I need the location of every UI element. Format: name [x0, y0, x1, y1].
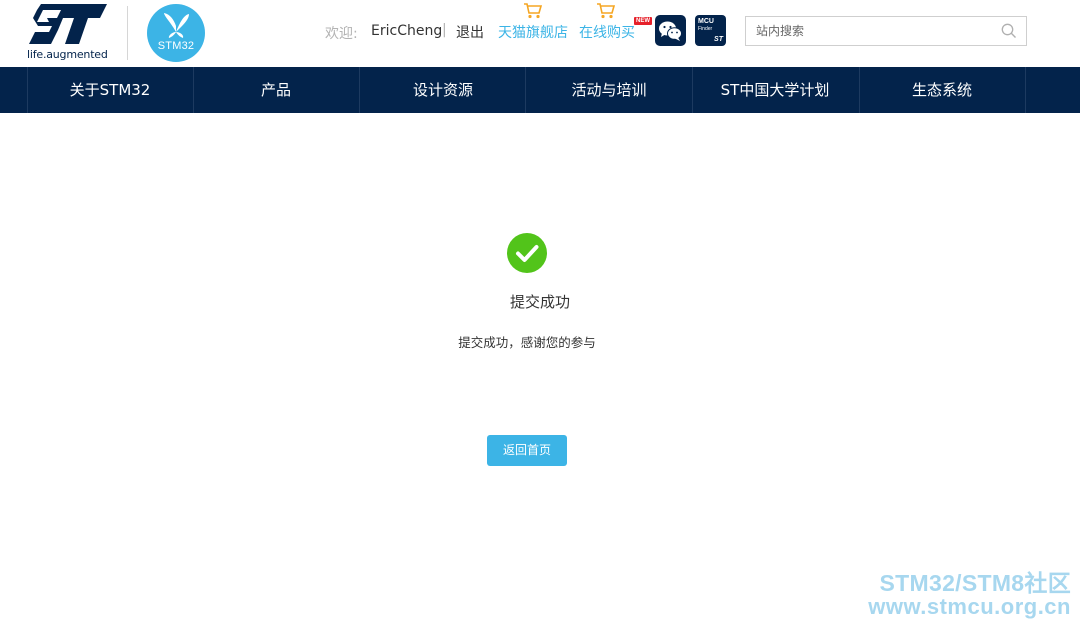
success-check-icon: [507, 233, 547, 273]
nav-item-events-training[interactable]: 活动与培训: [526, 67, 692, 113]
checkmark-icon: [516, 245, 539, 262]
new-badge: NEW: [634, 17, 652, 25]
wechat-button[interactable]: [655, 15, 686, 46]
nav-divider: [1025, 67, 1026, 113]
nav-item-products[interactable]: 产品: [193, 67, 359, 113]
tmall-store-link[interactable]: 天猫旗舰店: [498, 22, 568, 42]
nav-item-ecosystem[interactable]: 生态系统: [859, 67, 1025, 113]
mcu-finder-label: MCU: [698, 18, 714, 25]
search-input[interactable]: [746, 17, 996, 45]
stm32-logo[interactable]: STM32: [147, 4, 205, 62]
cart-icon: [597, 3, 616, 19]
welcome-label: 欢迎:: [325, 26, 358, 42]
site-watermark: STM32/STM8社区 www.stmcu.org.cn: [868, 571, 1071, 619]
watermark-line1: STM32/STM8社区: [879, 570, 1071, 596]
search-box: [745, 16, 1027, 46]
header-separator: |: [442, 22, 447, 38]
online-buy-link[interactable]: 在线购买: [579, 22, 635, 42]
logout-link[interactable]: 退出: [456, 22, 484, 42]
site-header: life.augmented STM32 欢迎: EricCheng | 退出 …: [0, 0, 1080, 67]
mcu-finder-brand: ST: [714, 36, 723, 43]
butterfly-icon: [164, 13, 189, 38]
username-link[interactable]: EricCheng: [371, 23, 442, 39]
logo-tagline: life.augmented: [27, 48, 108, 61]
watermark-line2: www.stmcu.org.cn: [868, 594, 1071, 619]
nav-item-design-resources[interactable]: 设计资源: [360, 67, 526, 113]
success-title: 提交成功: [509, 293, 570, 311]
mcu-finder-button[interactable]: MCU Finder ST: [695, 15, 726, 46]
st-logo-mark-icon: [29, 4, 107, 44]
logo-divider: [127, 6, 128, 60]
search-icon[interactable]: [1001, 23, 1017, 39]
cart-icon: [524, 3, 543, 19]
success-message: 提交成功，感谢您的参与: [458, 335, 596, 350]
main-nav: 关于STM32 产品 设计资源 活动与培训 ST中国大学计划 生态系统: [0, 67, 1080, 113]
mcu-finder-sublabel: Finder: [698, 26, 713, 32]
stm32-badge-text: STM32: [157, 40, 195, 52]
wechat-icon: [659, 21, 682, 41]
nav-item-university-program[interactable]: ST中国大学计划: [692, 67, 858, 113]
st-logo[interactable]: life.augmented: [27, 4, 109, 61]
nav-item-about-stm32[interactable]: 关于STM32: [27, 67, 193, 113]
return-home-button[interactable]: 返回首页: [487, 435, 567, 466]
